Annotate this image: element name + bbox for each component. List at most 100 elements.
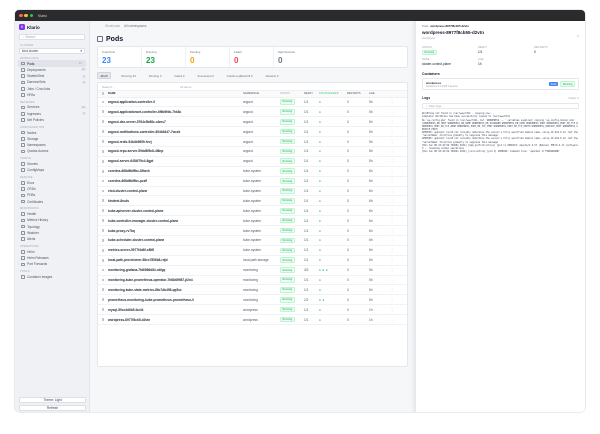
filter-chip[interactable]: Restarts 0	[263, 73, 281, 79]
table-row[interactable]: monitoring-grafana-7fd6896d84-n4fgq monit…	[98, 266, 407, 276]
row-checkbox[interactable]	[101, 219, 105, 223]
table-row[interactable]: etcd-cluster-control-plane kube-system Run…	[98, 187, 407, 197]
more-actions-icon[interactable]: ⋮	[387, 120, 397, 124]
table-row[interactable]: coredns-668d6bf9bc-pzzfl kube-system Runni…	[98, 177, 407, 187]
theme-toggle-button[interactable]: Theme: Light	[19, 397, 86, 403]
row-checkbox[interactable]	[101, 288, 105, 292]
table-row[interactable]: argocd-dex-server-5764c5b68c-x4ms7 argocd…	[98, 117, 407, 128]
table-row[interactable]: argocd-repo-server-59dd8f9c8-4l6np argocd…	[98, 147, 407, 157]
row-checkbox[interactable]	[101, 140, 105, 143]
filter-chip[interactable]: Pending 0	[146, 73, 164, 79]
column-header[interactable]: STATUS	[280, 92, 304, 95]
sidebar-search-input[interactable]: ⌕ Search	[19, 34, 85, 40]
more-actions-icon[interactable]: ⋮	[387, 199, 397, 203]
more-actions-icon[interactable]: ⋮	[387, 288, 397, 292]
table-row[interactable]: prometheus-monitoring-kube-prometheus-pr…	[98, 295, 407, 306]
table-search-input[interactable]: Search... 23 items	[98, 83, 407, 91]
pod-name[interactable]: argocd-notifications-controller-694b6447…	[108, 130, 243, 134]
more-actions-icon[interactable]: ⋮	[387, 159, 397, 163]
row-checkbox[interactable]	[101, 318, 105, 321]
row-checkbox[interactable]	[101, 239, 105, 242]
shell-button[interactable]: Shell	[548, 82, 559, 87]
table-row[interactable]: argocd-applicationset-controller-6f6b9fd…	[98, 107, 407, 118]
row-checkbox[interactable]	[101, 169, 105, 173]
row-checkbox[interactable]	[101, 179, 105, 183]
row-checkbox[interactable]	[101, 268, 105, 272]
row-checkbox[interactable]	[101, 229, 105, 232]
more-actions-icon[interactable]: ⋮	[387, 298, 397, 302]
filter-chip[interactable]: CrashLoopBackOff 0	[224, 73, 255, 79]
filter-chip[interactable]: All 23	[97, 71, 111, 80]
breadcrumb-root[interactable]: Workloads	[105, 24, 120, 28]
table-row[interactable]: metrics-server-5977f4d6f-x8lf8 kube-syste…	[98, 246, 407, 256]
more-actions-icon[interactable]: ⋮	[387, 209, 397, 213]
log-filter-input[interactable]: ⌕ Filter logs...	[422, 103, 579, 110]
minimize-window-button[interactable]	[24, 13, 28, 18]
row-checkbox[interactable]	[101, 298, 105, 302]
pod-name[interactable]: argocd-applicationset-controller-6f6b9fd…	[108, 110, 243, 114]
table-row[interactable]: kube-controller-manager-cluster-control-…	[98, 216, 407, 227]
table-row[interactable]: argocd-server-6454f79c4-6gpt argocd Runnin…	[98, 157, 407, 167]
table-row[interactable]: argocd-notifications-controller-694b6447…	[98, 127, 407, 138]
select-all-checkbox[interactable]	[98, 92, 108, 96]
more-actions-icon[interactable]: ⋮	[387, 149, 397, 153]
table-row[interactable]: kube-apiserver-cluster-control-plane kube…	[98, 206, 407, 217]
row-checkbox[interactable]	[101, 209, 105, 213]
row-checkbox[interactable]	[101, 120, 105, 124]
table-row[interactable]: wordpress-8977f8cb5-d2vtn wordpress Runnin…	[98, 315, 407, 325]
pod-name[interactable]: argocd-server-6454f79c4-6gpt	[108, 159, 243, 163]
row-checkbox[interactable]	[101, 248, 105, 252]
logs-options[interactable]: Follow ⟳	[569, 97, 579, 100]
close-window-button[interactable]	[19, 13, 23, 18]
table-row[interactable]: monitoring-kube-prometheus-operator-7fd8…	[98, 276, 407, 286]
table-row[interactable]: mysql-59cc4d6b5-lkz44 wordpress Running 1/1…	[98, 305, 407, 316]
more-actions-icon[interactable]: ⋮	[387, 110, 397, 114]
more-actions-icon[interactable]: ⋮	[387, 189, 397, 193]
pod-name[interactable]: kindnet-8ruds	[108, 199, 243, 203]
pod-name[interactable]: wordpress-8977f8cb5-d2vtn	[108, 318, 243, 322]
more-actions-icon[interactable]: ⋮	[387, 318, 397, 322]
table-row[interactable]: argocd-application-controller-0 argocd Run…	[98, 98, 407, 108]
filter-chip[interactable]: Running 23	[119, 73, 138, 79]
pod-name[interactable]: metrics-server-5977f4d6f-x8lf8	[108, 248, 243, 252]
row-checkbox[interactable]	[101, 278, 105, 282]
pod-name[interactable]: argocd-dex-server-5764c5b68c-x4ms7	[108, 120, 243, 124]
pod-name[interactable]: prometheus-monitoring-kube-prometheus-pr…	[108, 298, 243, 302]
more-actions-icon[interactable]: ⋮	[387, 169, 397, 173]
row-checkbox[interactable]	[101, 308, 105, 312]
pod-name[interactable]: monitoring-kube-prometheus-operator-7fd8…	[108, 278, 243, 282]
row-checkbox[interactable]	[101, 100, 105, 104]
more-actions-icon[interactable]: ⋮	[387, 268, 397, 272]
pod-name[interactable]: monitoring-kube-state-metrics-86c7db495-…	[108, 288, 243, 292]
pod-name[interactable]: coredns-668d6bf9bc-85wvh	[108, 169, 243, 173]
column-header[interactable]: AGE	[369, 92, 387, 95]
pod-name[interactable]: mysql-59cc4d6b5-lkz44	[108, 308, 243, 312]
pod-name[interactable]: kube-scheduler-cluster-control-plane	[108, 238, 243, 242]
pod-name[interactable]: argocd-application-controller-0	[108, 100, 243, 104]
more-actions-icon[interactable]: ⋮	[387, 130, 397, 134]
panel-breadcrumb-root[interactable]: Pods	[422, 24, 428, 28]
refresh-button[interactable]: Refresh	[19, 404, 86, 411]
more-actions-icon[interactable]: ⋮	[387, 308, 397, 312]
pod-name[interactable]: argocd-redis-54b4b9659-hrvj	[108, 140, 243, 144]
more-actions-icon[interactable]: ⋮	[387, 229, 397, 233]
table-row[interactable]: coredns-668d6bf9bc-85wvh kube-system Runni…	[98, 167, 407, 177]
pod-name[interactable]: monitoring-grafana-7fd6896d84-n4fgq	[108, 268, 243, 272]
filter-chip[interactable]: Succeeded 0	[195, 73, 216, 79]
more-actions-icon[interactable]: ⋮	[387, 100, 397, 104]
column-header[interactable]: READY	[304, 92, 319, 95]
more-actions-icon[interactable]: ⋮	[387, 258, 397, 262]
row-checkbox[interactable]	[101, 199, 105, 203]
more-actions-icon[interactable]: ⋮	[387, 179, 397, 183]
checkbox[interactable]	[101, 92, 105, 96]
more-actions-icon[interactable]: ⋮	[387, 238, 397, 242]
column-header[interactable]: RESTARTS	[347, 92, 369, 95]
row-checkbox[interactable]	[101, 258, 105, 262]
table-row[interactable]: argocd-redis-54b4b9659-hrvj argocd Running…	[98, 137, 407, 147]
row-checkbox[interactable]	[101, 110, 105, 114]
close-icon[interactable]: ×	[577, 33, 579, 38]
filter-chip[interactable]: Failed 0	[172, 73, 187, 79]
table-row[interactable]: local-path-provisioner-58cc7856b6-rdjd lo…	[98, 256, 407, 266]
pod-name[interactable]: kube-proxy-rv7bq	[108, 229, 243, 233]
row-checkbox[interactable]	[101, 189, 105, 193]
